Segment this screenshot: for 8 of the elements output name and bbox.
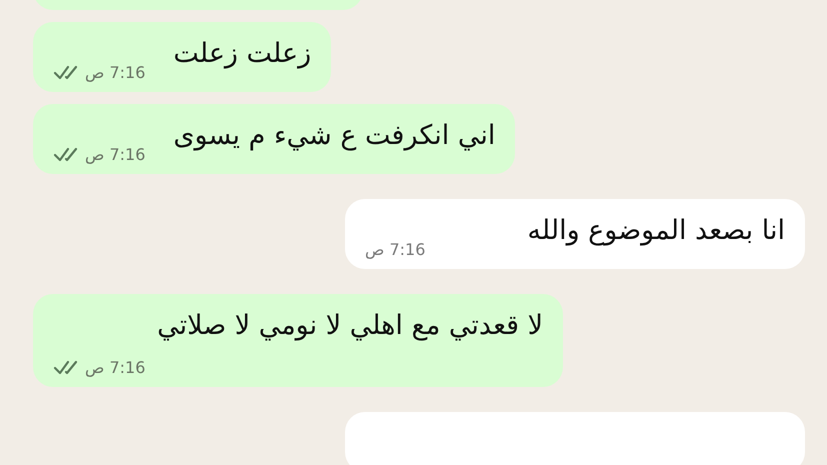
message-text: لا قعدتي مع اهلي لا نومي لا صلاتي <box>157 309 543 343</box>
message-text: اني انكرفت ع شيء م يسوى <box>173 119 496 153</box>
message-time: 7:16 ص <box>365 240 426 259</box>
message-time: 7:16 ص <box>85 358 146 377</box>
message-time: 7:16 ص <box>85 63 146 82</box>
message-text: زعلت زعلت <box>173 37 312 71</box>
message-time: 7:16 ص <box>85 145 146 164</box>
message-text: انا بصعد الموضوع والله <box>527 214 785 248</box>
